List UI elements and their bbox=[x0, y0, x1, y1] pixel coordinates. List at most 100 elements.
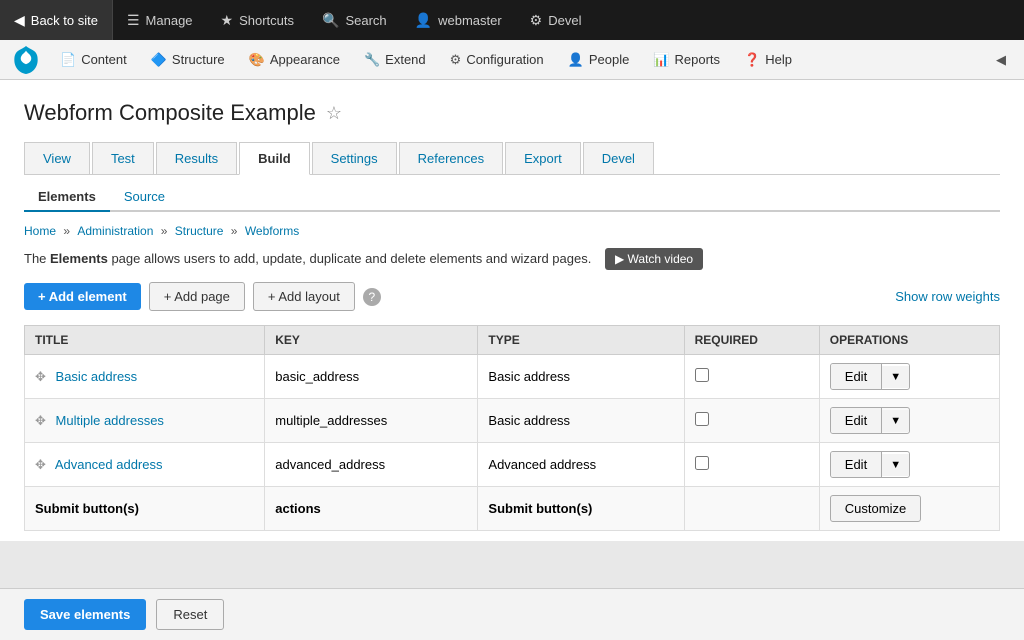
nav-people[interactable]: 👤 People bbox=[556, 40, 642, 80]
arrow-left-icon: ◀ bbox=[14, 12, 25, 29]
manage-menu-item[interactable]: ☰ Manage bbox=[113, 0, 207, 40]
edit-dropdown-arrow[interactable]: ▼ bbox=[882, 366, 909, 388]
edit-button[interactable]: Edit bbox=[831, 364, 882, 389]
search-menu-item[interactable]: 🔍 Search bbox=[308, 0, 401, 40]
cell-required bbox=[684, 399, 819, 443]
add-element-button[interactable]: + Add element bbox=[24, 283, 141, 310]
customize-button[interactable]: Customize bbox=[830, 495, 921, 522]
sub-content: Elements Source Home » Administration » … bbox=[0, 175, 1024, 541]
search-icon: 🔍 bbox=[322, 12, 339, 29]
structure-icon: 🔷 bbox=[151, 52, 167, 68]
reset-button[interactable]: Reset bbox=[156, 599, 224, 630]
edit-button[interactable]: Edit bbox=[831, 452, 882, 477]
admin-bar: ◀ Back to site ☰ Manage ★ Shortcuts 🔍 Se… bbox=[0, 0, 1024, 40]
cell-key: actions bbox=[265, 487, 478, 531]
content-wrapper: Webform Composite Example ☆ View Test Re… bbox=[0, 80, 1024, 640]
breadcrumb-admin[interactable]: Administration bbox=[77, 224, 153, 238]
elements-table: TITLE KEY TYPE REQUIRED OPERATIONS ✥ Bas… bbox=[24, 325, 1000, 531]
bottom-bar: Save elements Reset bbox=[0, 588, 1024, 640]
cell-type: Advanced address bbox=[478, 443, 684, 487]
edit-dropdown-arrow[interactable]: ▼ bbox=[882, 454, 909, 476]
cell-type: Submit button(s) bbox=[478, 487, 684, 531]
required-checkbox[interactable] bbox=[695, 412, 709, 426]
nav-collapse-button[interactable]: ◀ bbox=[986, 40, 1016, 80]
nav-configuration[interactable]: ⚙ Configuration bbox=[438, 40, 556, 80]
nav-help[interactable]: ❓ Help bbox=[732, 40, 804, 80]
tab-build[interactable]: Build bbox=[239, 142, 310, 175]
subtab-elements[interactable]: Elements bbox=[24, 183, 110, 212]
add-layout-button[interactable]: + Add layout bbox=[253, 282, 355, 311]
col-title: TITLE bbox=[25, 326, 265, 355]
nav-extend[interactable]: 🔧 Extend bbox=[352, 40, 438, 80]
breadcrumb-sep-2: » bbox=[161, 224, 171, 238]
people-icon: 👤 bbox=[568, 52, 584, 68]
tab-test[interactable]: Test bbox=[92, 142, 154, 174]
page-title-area: Webform Composite Example ☆ bbox=[24, 100, 1000, 126]
action-buttons: + Add element + Add page + Add layout ? … bbox=[24, 282, 1000, 311]
star-icon: ★ bbox=[221, 12, 234, 29]
cell-operations: Edit ▼ bbox=[819, 399, 999, 443]
col-operations: OPERATIONS bbox=[819, 326, 999, 355]
element-link[interactable]: Advanced address bbox=[55, 457, 163, 472]
tab-view[interactable]: View bbox=[24, 142, 90, 174]
nav-content[interactable]: 📄 Content bbox=[48, 40, 139, 80]
tab-settings[interactable]: Settings bbox=[312, 142, 397, 174]
help-icon: ❓ bbox=[744, 52, 760, 68]
gear-icon: ⚙ bbox=[530, 12, 543, 29]
required-checkbox[interactable] bbox=[695, 456, 709, 470]
cell-title: Submit button(s) bbox=[25, 487, 265, 531]
watch-video-button[interactable]: ▶ Watch video bbox=[605, 248, 703, 270]
cell-required bbox=[684, 487, 819, 531]
devel-menu-item[interactable]: ⚙ Devel bbox=[516, 0, 596, 40]
subtab-source[interactable]: Source bbox=[110, 183, 179, 212]
edit-dropdown-arrow[interactable]: ▼ bbox=[882, 410, 909, 432]
nav-structure[interactable]: 🔷 Structure bbox=[139, 40, 237, 80]
user-icon: 👤 bbox=[415, 12, 432, 29]
table-row: Submit button(s) actions Submit button(s… bbox=[25, 487, 1000, 531]
cell-key: advanced_address bbox=[265, 443, 478, 487]
cell-operations: Edit ▼ bbox=[819, 355, 999, 399]
drag-handle-icon[interactable]: ✥ bbox=[35, 369, 46, 384]
shortcuts-menu-item[interactable]: ★ Shortcuts bbox=[207, 0, 308, 40]
add-page-button[interactable]: + Add page bbox=[149, 282, 245, 311]
edit-button[interactable]: Edit bbox=[831, 408, 882, 433]
breadcrumb-webforms[interactable]: Webforms bbox=[245, 224, 299, 238]
save-elements-button[interactable]: Save elements bbox=[24, 599, 146, 630]
user-menu-item[interactable]: 👤 webmaster bbox=[401, 0, 516, 40]
tab-export[interactable]: Export bbox=[505, 142, 581, 174]
col-required: REQUIRED bbox=[684, 326, 819, 355]
drag-handle-icon[interactable]: ✥ bbox=[35, 413, 46, 428]
cell-required bbox=[684, 355, 819, 399]
nav-appearance[interactable]: 🎨 Appearance bbox=[237, 40, 352, 80]
bookmark-icon[interactable]: ☆ bbox=[326, 103, 342, 124]
tab-references[interactable]: References bbox=[399, 142, 503, 174]
cell-type: Basic address bbox=[478, 399, 684, 443]
back-to-site-link[interactable]: ◀ Back to site bbox=[0, 0, 113, 40]
col-type: TYPE bbox=[478, 326, 684, 355]
show-row-weights-link[interactable]: Show row weights bbox=[895, 289, 1000, 304]
nav-reports[interactable]: 📊 Reports bbox=[641, 40, 732, 80]
content-icon: 📄 bbox=[60, 52, 76, 68]
element-link[interactable]: Multiple addresses bbox=[56, 413, 164, 428]
edit-button-group: Edit ▼ bbox=[830, 451, 910, 478]
extend-icon: 🔧 bbox=[364, 52, 380, 68]
menu-icon: ☰ bbox=[127, 12, 140, 29]
required-checkbox[interactable] bbox=[695, 368, 709, 382]
cell-title: ✥ Multiple addresses bbox=[25, 399, 265, 443]
description-text: The Elements page allows users to add, u… bbox=[24, 248, 1000, 270]
drag-handle-icon[interactable]: ✥ bbox=[35, 457, 46, 472]
tab-devel[interactable]: Devel bbox=[583, 142, 654, 174]
drupal-logo[interactable] bbox=[8, 42, 44, 78]
cell-key: multiple_addresses bbox=[265, 399, 478, 443]
breadcrumb-home[interactable]: Home bbox=[24, 224, 56, 238]
breadcrumb: Home » Administration » Structure » Webf… bbox=[24, 224, 1000, 238]
breadcrumb-structure[interactable]: Structure bbox=[175, 224, 224, 238]
edit-button-group: Edit ▼ bbox=[830, 407, 910, 434]
tab-results[interactable]: Results bbox=[156, 142, 237, 174]
breadcrumb-sep-3: » bbox=[231, 224, 241, 238]
configuration-icon: ⚙ bbox=[450, 52, 462, 68]
table-row: ✥ Basic address basic_address Basic addr… bbox=[25, 355, 1000, 399]
appearance-icon: 🎨 bbox=[249, 52, 265, 68]
help-tooltip-icon[interactable]: ? bbox=[363, 288, 381, 306]
element-link[interactable]: Basic address bbox=[56, 369, 138, 384]
